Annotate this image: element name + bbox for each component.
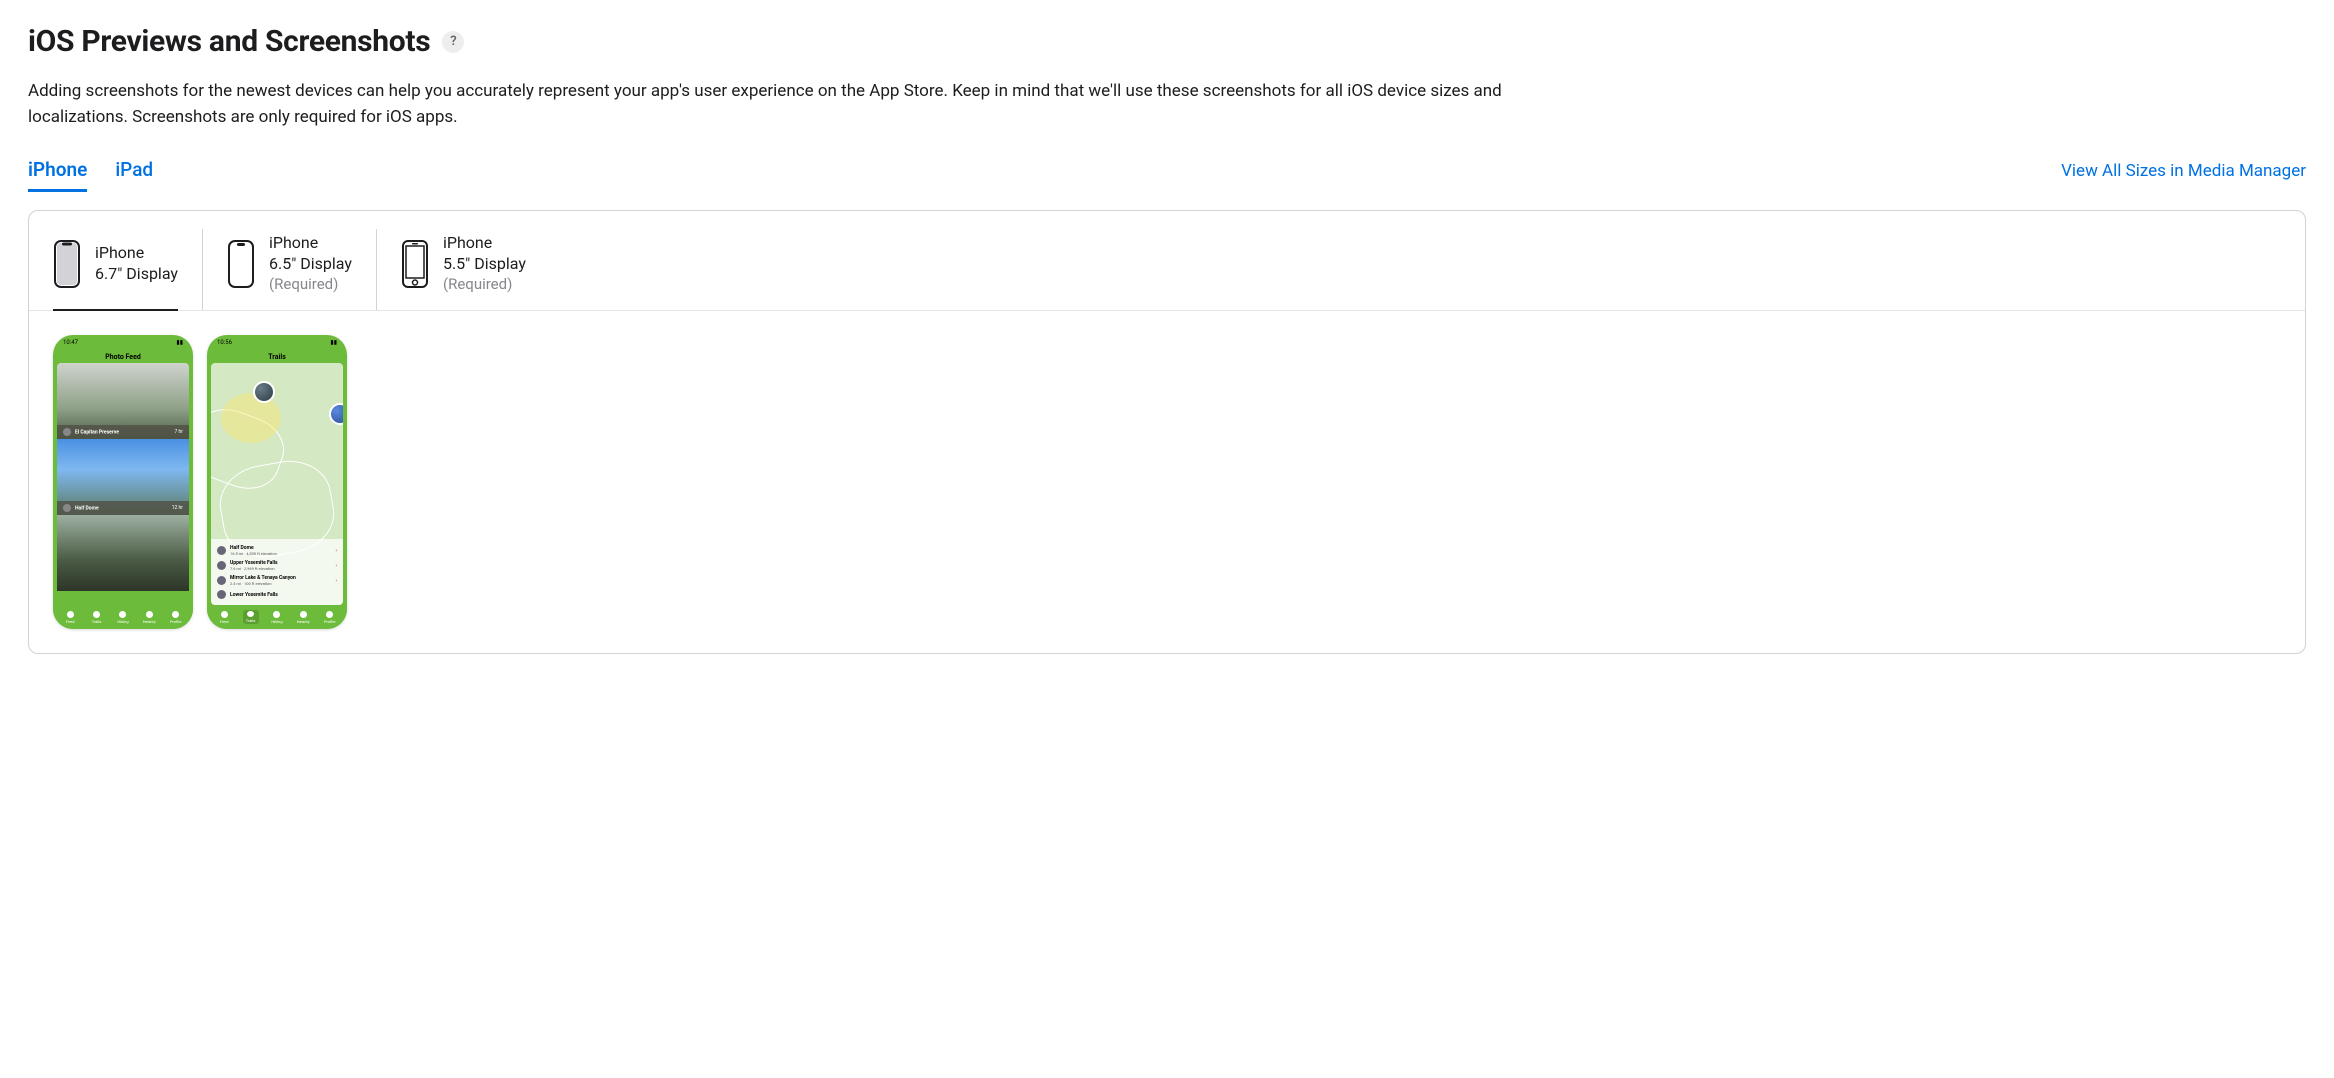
size-tab-65[interactable]: iPhone 6.5" Display (Required) [202,229,376,310]
display-size-tabs: iPhone 6.7" Display iPhone 6.5" Display … [29,211,2305,311]
device-type-tabs: iPhone iPad [28,158,153,192]
screenshots-panel: iPhone 6.7" Display iPhone 6.5" Display … [28,210,2306,654]
size-device-label: iPhone [443,233,526,254]
section-description: Adding screenshots for the newest device… [28,79,1528,130]
tab-iphone[interactable]: iPhone [28,158,87,192]
required-label: (Required) [443,275,526,295]
screenshot-thumbnail[interactable]: 10:47 ▮▮ Photo Feed El Capitan Preserve … [53,335,193,629]
size-device-label: iPhone [95,243,178,264]
size-device-label: iPhone [269,233,352,254]
status-battery-icon: ▮▮ [330,339,337,346]
size-display-label: 5.5" Display [443,254,526,275]
help-icon[interactable]: ? [442,31,464,53]
status-time: 10:47 [63,339,78,346]
required-label: (Required) [269,275,352,295]
view-all-sizes-link[interactable]: View All Sizes in Media Manager [2061,161,2306,181]
size-display-label: 6.5" Display [269,254,352,275]
size-tab-55[interactable]: iPhone 5.5" Display (Required) [376,229,550,310]
screenshot-thumbnail[interactable]: 10:56 ▮▮ Trails Half Dome16.5 mi · 4,800… [207,335,347,629]
size-tab-67[interactable]: iPhone 6.7" Display [53,229,202,310]
phone-homebutton-icon [401,240,429,288]
tab-ipad[interactable]: iPad [115,158,153,192]
phone-filled-icon [53,240,81,288]
status-time: 10:56 [217,339,232,346]
page-title: iOS Previews and Screenshots [28,24,430,59]
phone-outline-icon [227,240,255,288]
status-battery-icon: ▮▮ [176,339,183,346]
size-display-label: 6.7" Display [95,264,178,285]
screenshots-dropzone[interactable]: 10:47 ▮▮ Photo Feed El Capitan Preserve … [29,311,2305,653]
